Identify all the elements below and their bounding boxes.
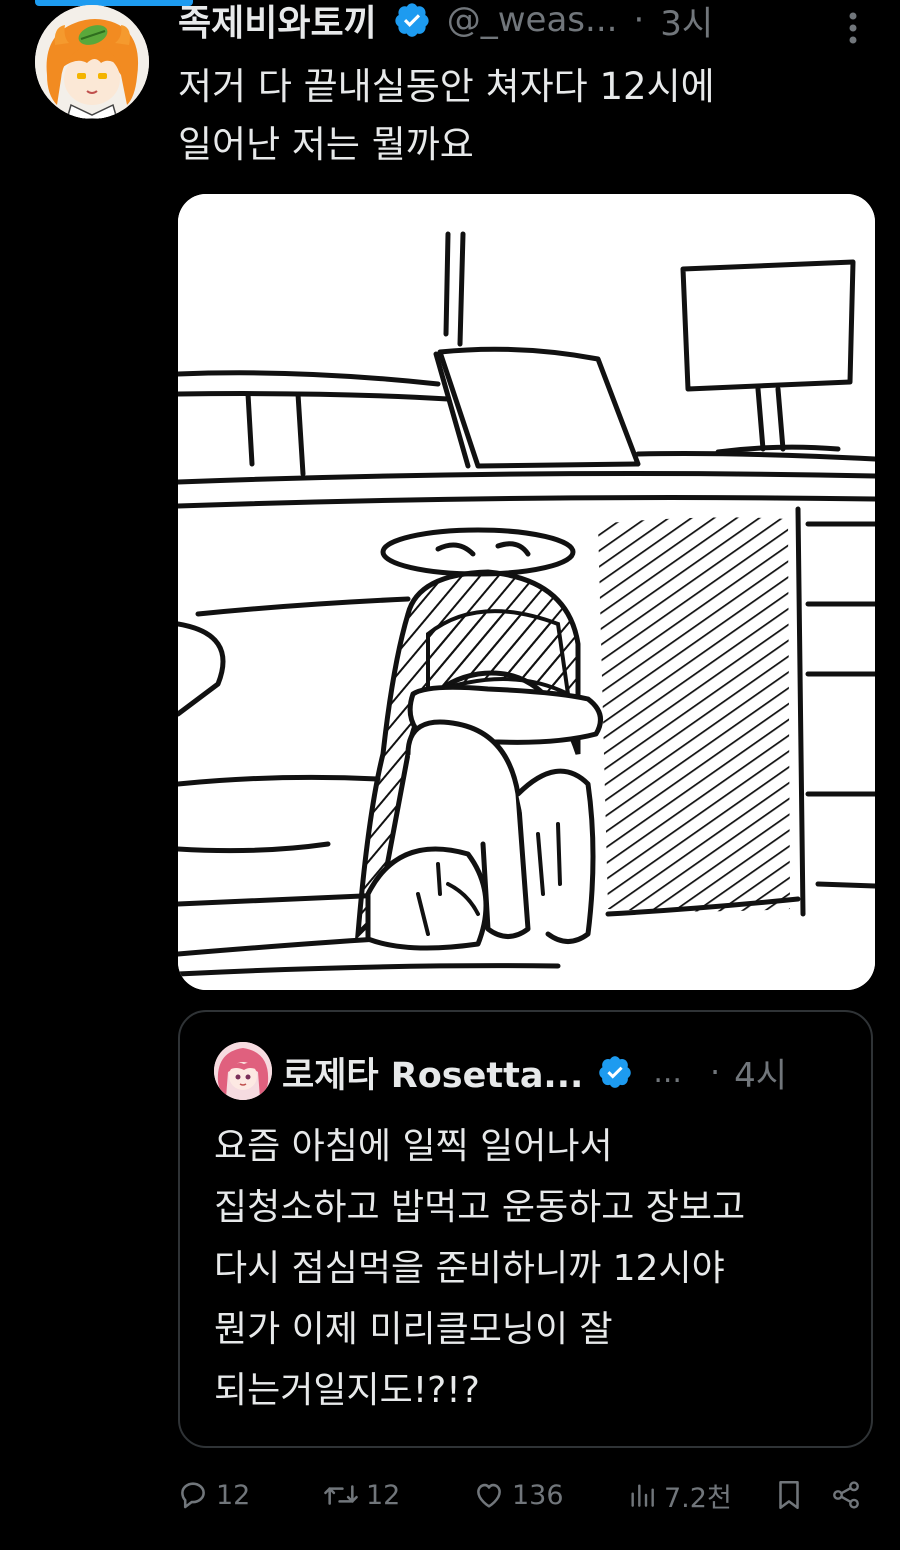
tweet-media-image[interactable] [178,194,875,990]
verified-badge-icon [599,1056,632,1088]
separator: · [633,0,645,40]
separator: · [709,1053,721,1091]
sketch-illustration-icon [178,194,875,990]
quoted-tweet-text: 요즘 아침에 일찍 일어나서 집청소하고 밥먹고 운동하고 장보고 다시 점심먹… [214,1126,746,1411]
quoted-author-display-name: 로제타 Rosetta... [282,1055,584,1096]
tweet-header: 족제비와토끼 @_weas... · 3시 [178,0,868,48]
quoted-tweet-header: 로제타 Rosetta... ... · 4시 [282,1046,852,1098]
more-options-icon[interactable] [845,10,861,46]
verified-badge-icon [395,3,429,37]
views-chart-icon [631,1484,654,1507]
share-button[interactable] [830,1470,862,1520]
quoted-tweet-time: 4시 [734,1055,788,1096]
share-icon [833,1481,859,1509]
author-handle[interactable]: @_weas... [447,0,618,40]
retweet-count: 12 [366,1479,401,1511]
heart-icon [477,1483,501,1508]
quoted-author-avatar[interactable] [214,1042,272,1100]
reply-button[interactable]: 12 [176,1470,250,1520]
like-button[interactable]: 136 [472,1470,564,1520]
tweet-actions-bar: 12 12 136 7.2천 [176,1470,876,1520]
reply-count: 12 [216,1479,251,1511]
tweet-time[interactable]: 3시 [660,0,713,45]
views-button[interactable]: 7.2천 [626,1470,732,1520]
tweet[interactable]: 족제비와토끼 @_weas... · 3시 저거 다 끝내실동안 쳐자다 12시… [0,0,900,1550]
view-count: 7.2천 [664,1482,732,1514]
tweet-text: 저거 다 끝내실동안 쳐자다 12시에 일어난 저는 뭘까요 [178,65,715,166]
quoted-tweet[interactable]: 로제타 Rosetta... ... · 4시 요즘 아침에 일찍 일어나서 집… [178,1010,873,1448]
like-count: 136 [512,1479,564,1511]
author-display-name[interactable]: 족제비와토끼 [178,0,377,46]
retweet-icon [324,1485,358,1505]
retweet-button[interactable]: 12 [322,1470,400,1520]
quoted-author-handle: ... [653,1054,682,1090]
reply-icon [181,1482,205,1509]
author-avatar[interactable] [35,5,149,119]
bookmark-icon [779,1480,799,1510]
bookmark-button[interactable] [774,1470,804,1520]
